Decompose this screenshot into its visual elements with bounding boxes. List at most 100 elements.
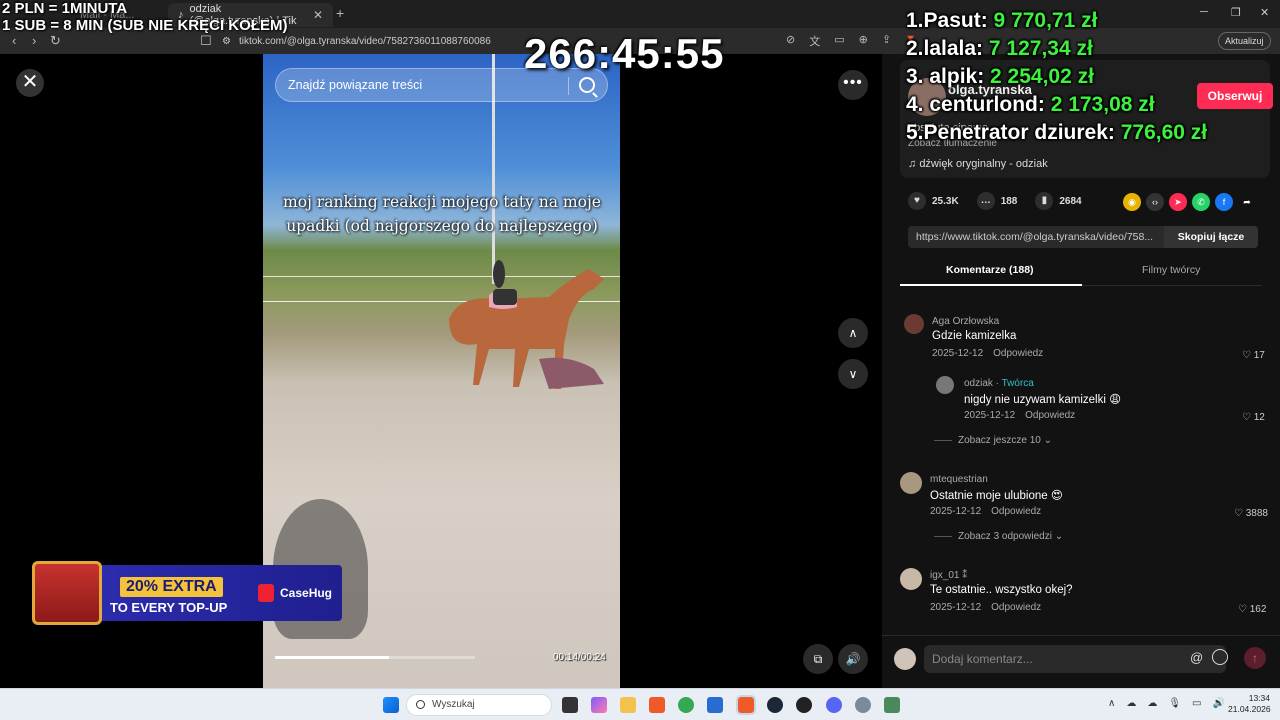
panel-tabs: Komentarze (188) Filmy twórcy — [900, 260, 1262, 286]
comment-likes[interactable]: ♡ 162 — [1238, 604, 1266, 615]
share-icon[interactable]: ⇪ — [882, 33, 891, 49]
comment-likes[interactable]: ♡ 17 — [1242, 350, 1265, 361]
comment-likes[interactable]: ♡ 3888 — [1234, 508, 1268, 519]
close-tab-icon[interactable]: ✕ — [313, 8, 323, 22]
comment-user[interactable]: mtequestrian — [930, 474, 988, 485]
comment-text: Ostatnie moje ulubione 😍 — [930, 490, 1063, 502]
reply-link[interactable]: Odpowiedz — [993, 348, 1043, 359]
ad-subline: TO EVERY TOP-UP — [110, 600, 228, 615]
more-options-icon[interactable]: ••• — [838, 70, 868, 100]
mention-icon[interactable]: @ — [1190, 650, 1203, 665]
next-video-icon[interactable]: ∨ — [838, 359, 868, 389]
display-icon[interactable]: ▭ — [1192, 698, 1201, 709]
comment-text: Te ostatnie.. wszystko okej? — [930, 584, 1073, 596]
see-more-replies[interactable]: Zobacz jeszcze 10 ⌄ — [934, 435, 1052, 446]
whatsapp-icon[interactable]: ✆ — [1192, 193, 1210, 211]
reply-link[interactable]: Odpowiedz — [991, 602, 1041, 613]
maximize-icon[interactable]: ❐ — [1231, 6, 1241, 19]
update-button[interactable]: Aktualizuj — [1218, 32, 1271, 50]
bookmark-icon[interactable]: ☐ — [200, 33, 212, 49]
tab-creator-videos[interactable]: Filmy twórcy — [1142, 264, 1200, 276]
search-icon[interactable] — [579, 77, 595, 93]
discord-icon[interactable] — [826, 697, 842, 713]
calculator-icon[interactable] — [884, 697, 900, 713]
comment-user[interactable]: odziak · Twórca — [964, 378, 1034, 389]
details-panel: olga.tyranska absolute cinema Zobacz tłu… — [882, 54, 1280, 688]
copy-link-button[interactable]: Skopiuj łącze — [1164, 226, 1258, 248]
back-icon[interactable]: ‹ — [12, 33, 16, 48]
coin-icon[interactable]: ◉ — [1123, 193, 1141, 211]
settings-icon[interactable] — [855, 697, 871, 713]
ranking-row: 3. alpik: 2 254,02 zł — [906, 65, 1094, 88]
send-comment-icon[interactable]: ↑ — [1244, 647, 1266, 669]
embed-icon[interactable]: ‹› — [1146, 193, 1164, 211]
see-replies[interactable]: Zobacz 3 odpowiedzi ⌄ — [934, 531, 1063, 542]
system-clock[interactable]: 13:34 21.04.2026 — [1228, 693, 1271, 715]
close-video-icon[interactable]: ✕ — [16, 69, 44, 97]
reader-icon[interactable]: ⊘ — [786, 33, 795, 49]
cast-icon[interactable]: ▭ — [834, 33, 844, 49]
tab-comments[interactable]: Komentarze (188) — [946, 264, 1034, 276]
follow-button[interactable]: Obserwuj — [1197, 83, 1273, 109]
comment-user[interactable]: Aga Orzłowska — [932, 316, 999, 327]
brave-icon[interactable] — [649, 697, 665, 713]
send-icon[interactable]: ➤ — [1169, 193, 1187, 211]
task-view-icon[interactable] — [562, 697, 578, 713]
reply-link[interactable]: Odpowiedz — [1025, 410, 1075, 421]
progress-fill — [275, 656, 389, 659]
comment-user[interactable]: igx_01 ⁑ — [930, 570, 967, 581]
volume-icon[interactable]: 🔊 — [838, 644, 868, 674]
brave-active-icon[interactable] — [736, 695, 756, 715]
comment-likes[interactable]: ♡ 12 — [1242, 412, 1265, 423]
emoji-icon[interactable] — [1212, 649, 1228, 665]
rule-line-2: 1 SUB = 8 MIN (SUB NIE KRĘCI KOŁEM) — [2, 17, 288, 34]
tray-overflow-icon[interactable]: ∧ — [1108, 698, 1115, 709]
avatar[interactable] — [900, 568, 922, 590]
zoom-icon[interactable]: ⊕ — [859, 33, 868, 49]
volume-tray-icon[interactable]: 🔊 — [1212, 698, 1224, 709]
close-window-icon[interactable]: ✕ — [1260, 6, 1269, 19]
comment-input[interactable]: Dodaj komentarz... — [924, 645, 1226, 673]
comment-meta: 2025-12-12 Odpowiedz — [964, 410, 1076, 421]
video-caption: moj ranking reakcji mojego taty na moje … — [283, 193, 601, 235]
video-progress[interactable] — [275, 656, 475, 659]
cloud-icon[interactable]: ☁ — [1147, 698, 1157, 709]
extension-icons: ⊘ 文 ▭ ⊕ ⇪ ▼ — [786, 33, 916, 49]
reload-icon[interactable]: ↻ — [50, 33, 61, 49]
avatar[interactable] — [936, 376, 954, 394]
stream-timer: 266:45:55 — [524, 30, 725, 77]
store-icon[interactable] — [707, 697, 723, 713]
start-icon[interactable] — [383, 697, 399, 713]
comment-item: Aga Orzłowska Gdzie kamizelka 2025-12-12… — [904, 310, 1265, 364]
horse-image — [449, 260, 604, 389]
comment-item: igx_01 ⁑ Te ostatnie.. wszystko okej? 20… — [900, 564, 1266, 618]
comment-item: mtequestrian Ostatnie moje ulubione 😍 20… — [900, 468, 1268, 522]
network-icon[interactable]: ☁ — [1126, 698, 1136, 709]
forward-share-icon[interactable]: ➦ — [1238, 193, 1256, 211]
translate-icon[interactable]: 文 — [809, 33, 820, 49]
steam-icon[interactable] — [767, 697, 783, 713]
new-tab-icon[interactable]: + — [336, 5, 344, 21]
microphone-icon[interactable]: 🎙 — [1168, 698, 1181, 709]
like-stat[interactable]: ♥ 25.3K — [908, 192, 959, 210]
avatar[interactable] — [900, 472, 922, 494]
save-stat[interactable]: ▮ 2684 — [1035, 192, 1082, 210]
previous-video-icon[interactable]: ∧ — [838, 318, 868, 348]
miniplayer-icon[interactable]: ⧉ — [803, 644, 833, 674]
copilot-icon[interactable] — [591, 697, 607, 713]
taskbar-search[interactable]: Wyszukaj — [406, 694, 552, 716]
obs-icon[interactable] — [796, 697, 812, 713]
avatar[interactable] — [904, 314, 924, 334]
casehug-ad-banner[interactable]: 20% EXTRA TO EVERY TOP-UP CaseHug — [32, 561, 342, 625]
ranking-row: 2.lalala: 7 127,34 zł — [906, 37, 1093, 60]
forward-icon[interactable]: › — [32, 33, 36, 48]
file-explorer-icon[interactable] — [620, 697, 636, 713]
creator-badge: · Twórca — [992, 378, 1034, 389]
comment-stat[interactable]: … 188 — [976, 192, 1017, 210]
reply-link[interactable]: Odpowiedz — [991, 506, 1041, 517]
site-info-icon[interactable]: ⚙ — [222, 36, 231, 47]
music-note-icon: ♫ — [908, 158, 920, 170]
chrome-icon[interactable] — [678, 697, 694, 713]
sound-link[interactable]: ♫ dźwięk oryginalny - odziak — [908, 158, 1048, 170]
facebook-icon[interactable]: f — [1215, 193, 1233, 211]
